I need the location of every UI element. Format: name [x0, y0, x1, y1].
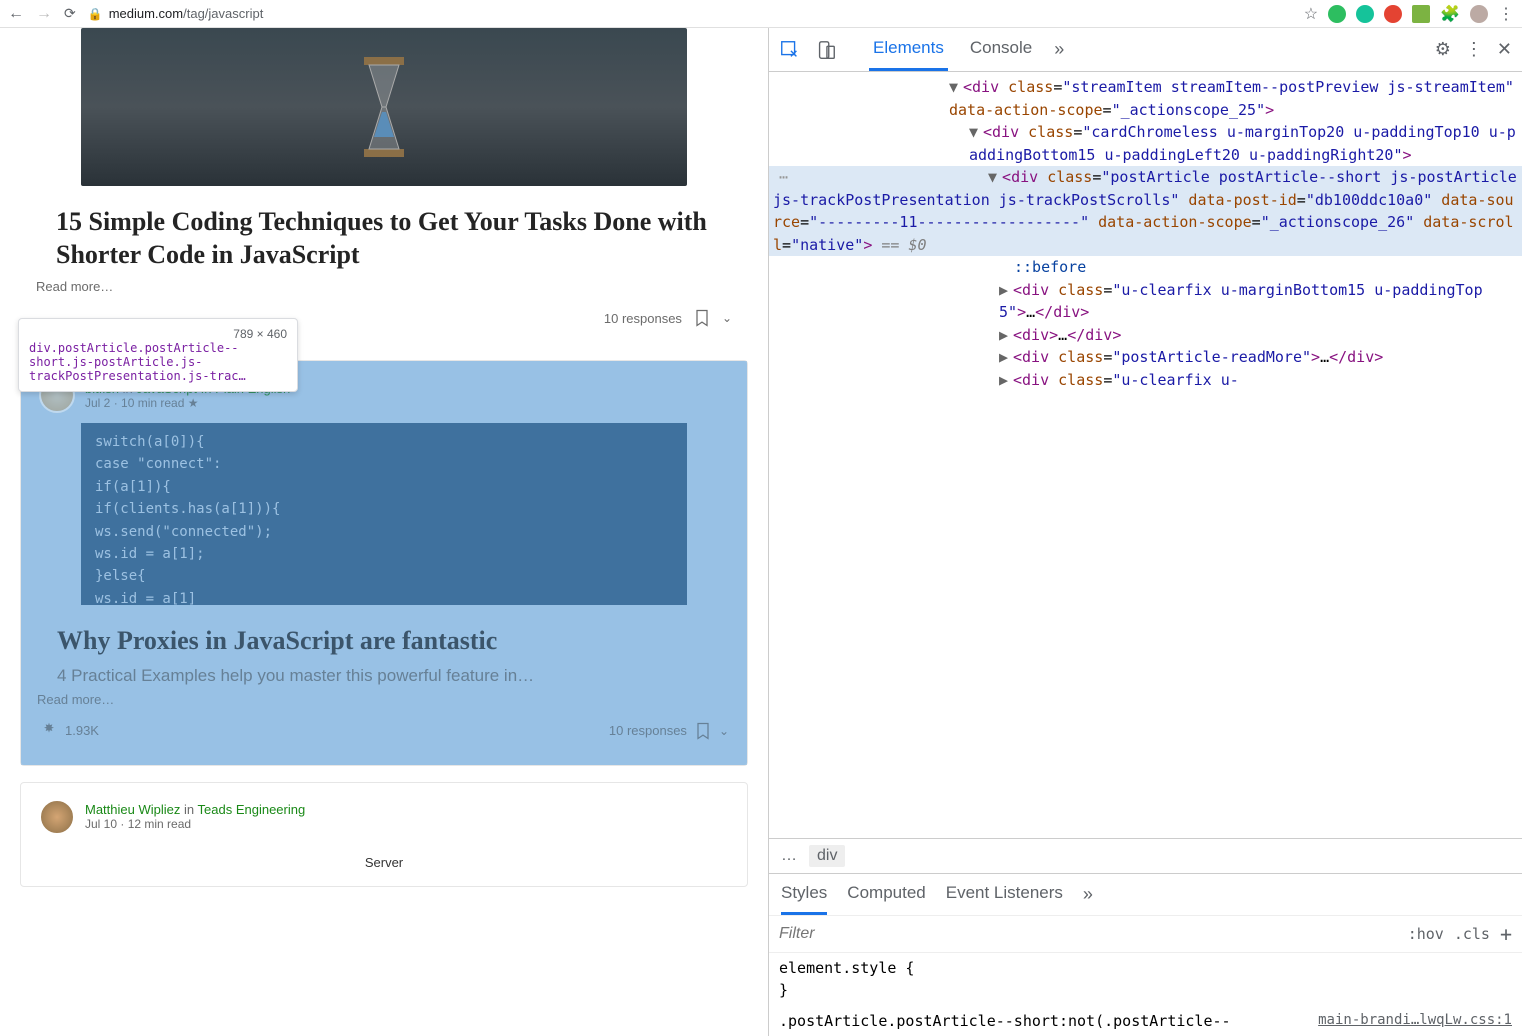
css-rule-line[interactable]: main-brandi…lwqLw.css:1 .postArticle.pos…	[779, 1010, 1512, 1033]
clap-count: 1.93K	[65, 723, 99, 738]
css-rule-line[interactable]: element.style {	[779, 957, 1512, 980]
device-toggle-icon[interactable]	[815, 39, 837, 61]
url-text: medium.com/tag/javascript	[109, 6, 264, 21]
tree-node[interactable]: ▼<div class="cardChromeless u-marginTop2…	[769, 121, 1522, 166]
tree-pseudo[interactable]: ::before	[769, 256, 1522, 279]
author-avatar[interactable]	[39, 799, 75, 835]
inspector-tooltip: 789 × 460 div.postArticle.postArticle--s…	[18, 318, 298, 392]
author-byline[interactable]: Matthieu Wipliez in Teads Engineering	[85, 802, 305, 817]
styles-filter-bar: :hov .cls +	[769, 915, 1522, 953]
elements-tree[interactable]: ▼<div class="streamItem streamItem--post…	[769, 72, 1522, 838]
bookmark-star-icon[interactable]: ☆	[1304, 4, 1318, 24]
menu-icon[interactable]: ⋮	[1498, 4, 1514, 24]
reload-button[interactable]: ⟳	[64, 5, 76, 22]
bookmark-icon[interactable]	[693, 721, 713, 741]
tab-styles[interactable]: Styles	[781, 874, 827, 915]
bookmark-icon[interactable]	[692, 308, 712, 328]
devtools-panel: Elements Console » ⚙ ⋮ ✕ ▼<div class="st…	[768, 28, 1522, 1036]
article-title[interactable]: Why Proxies in JavaScript are fantastic	[57, 625, 711, 658]
add-style-rule-icon[interactable]: +	[1500, 922, 1512, 946]
back-button[interactable]: ←	[8, 5, 24, 23]
menu-dots-icon[interactable]: ⋮	[1465, 39, 1483, 60]
hov-toggle[interactable]: :hov	[1408, 925, 1444, 943]
tree-node[interactable]: ▶<div class="postArticle-readMore">…</di…	[769, 346, 1522, 369]
devtools-toolbar: Elements Console » ⚙ ⋮ ✕	[769, 28, 1522, 72]
more-chevron-icon[interactable]: ⌄	[719, 724, 729, 738]
cls-toggle[interactable]: .cls	[1454, 925, 1490, 943]
article-subtitle: 4 Practical Examples help you master thi…	[57, 666, 711, 686]
tree-node[interactable]: ▶<div class="u-clearfix u-	[769, 369, 1522, 392]
grammarly-icon[interactable]	[1356, 5, 1374, 23]
star-icon: ★	[188, 396, 199, 410]
css-rule-line[interactable]: }	[779, 979, 1512, 1002]
extension-icon-green[interactable]	[1412, 5, 1430, 23]
article-meta: Jul 2 · 10 min read ★	[85, 396, 290, 410]
hourglass-icon	[354, 57, 414, 157]
article-title[interactable]: 15 Simple Coding Techniques to Get Your …	[56, 206, 712, 271]
tab-elements[interactable]: Elements	[869, 28, 948, 71]
profile-avatar[interactable]	[1470, 5, 1488, 23]
close-icon[interactable]: ✕	[1497, 39, 1512, 60]
tree-node[interactable]: ▼<div class="streamItem streamItem--post…	[769, 76, 1522, 121]
response-count[interactable]: 10 responses	[609, 723, 687, 738]
article-card-highlighted[interactable]: bitfish in JavaScript In Plain English J…	[20, 360, 748, 766]
tooltip-dimensions: 789 × 460	[233, 327, 287, 341]
evernote-icon[interactable]	[1328, 5, 1346, 23]
settings-gear-icon[interactable]: ⚙	[1435, 39, 1451, 60]
forward-button[interactable]: →	[36, 5, 52, 23]
diagram-label: Server	[21, 845, 747, 870]
lock-icon: 🔒	[88, 7, 103, 21]
page-content: 15 Simple Coding Techniques to Get Your …	[0, 28, 768, 1036]
tab-console[interactable]: Console	[966, 28, 1036, 71]
styles-filter-input[interactable]	[779, 925, 1398, 943]
more-tabs-icon[interactable]: »	[1054, 39, 1064, 60]
clap-icon[interactable]	[39, 721, 59, 741]
tree-node[interactable]: ▶<div>…</div>	[769, 324, 1522, 347]
inspect-element-icon[interactable]	[779, 39, 801, 61]
styles-rules[interactable]: element.style { } main-brandi…lwqLw.css:…	[769, 953, 1522, 1036]
tab-event-listeners[interactable]: Event Listeners	[946, 874, 1063, 915]
more-tabs-icon[interactable]: »	[1083, 884, 1093, 905]
elements-breadcrumb[interactable]: … div	[769, 838, 1522, 873]
article-hero-image[interactable]	[81, 28, 687, 186]
tooltip-selector: div.postArticle.postArticle--short.js-po…	[29, 341, 246, 383]
breadcrumb-current[interactable]: div	[809, 845, 845, 867]
styles-sidebar-tabs: Styles Computed Event Listeners »	[769, 873, 1522, 915]
article-code-image[interactable]: switch(a[0]){ case "connect": if(a[1]){ …	[81, 423, 687, 605]
article-card[interactable]: Matthieu Wipliez in Teads Engineering Ju…	[20, 782, 748, 887]
read-more-link[interactable]: Read more…	[36, 279, 732, 294]
breadcrumb-ellipsis[interactable]: …	[781, 847, 797, 865]
article-meta: Jul 10 · 12 min read	[85, 817, 305, 831]
tree-node[interactable]: ▶<div class="u-clearfix u-marginBottom15…	[769, 279, 1522, 324]
extension-icons: ☆ 🧩 ⋮	[1304, 4, 1514, 24]
css-source-link[interactable]: main-brandi…lwqLw.css:1	[1318, 1010, 1512, 1031]
read-more-link[interactable]: Read more…	[37, 692, 731, 707]
browser-toolbar: ← → ⟳ 🔒 medium.com/tag/javascript ☆ 🧩 ⋮	[0, 0, 1522, 28]
tab-computed[interactable]: Computed	[847, 874, 925, 915]
more-chevron-icon[interactable]: ⌄	[722, 311, 732, 325]
address-bar[interactable]: 🔒 medium.com/tag/javascript	[88, 6, 1292, 21]
extensions-puzzle-icon[interactable]: 🧩	[1440, 4, 1460, 24]
response-count[interactable]: 10 responses	[604, 311, 682, 326]
extension-icon-red[interactable]	[1384, 5, 1402, 23]
tree-node-selected[interactable]: ⋯▼<div class="postArticle postArticle--s…	[769, 166, 1522, 256]
